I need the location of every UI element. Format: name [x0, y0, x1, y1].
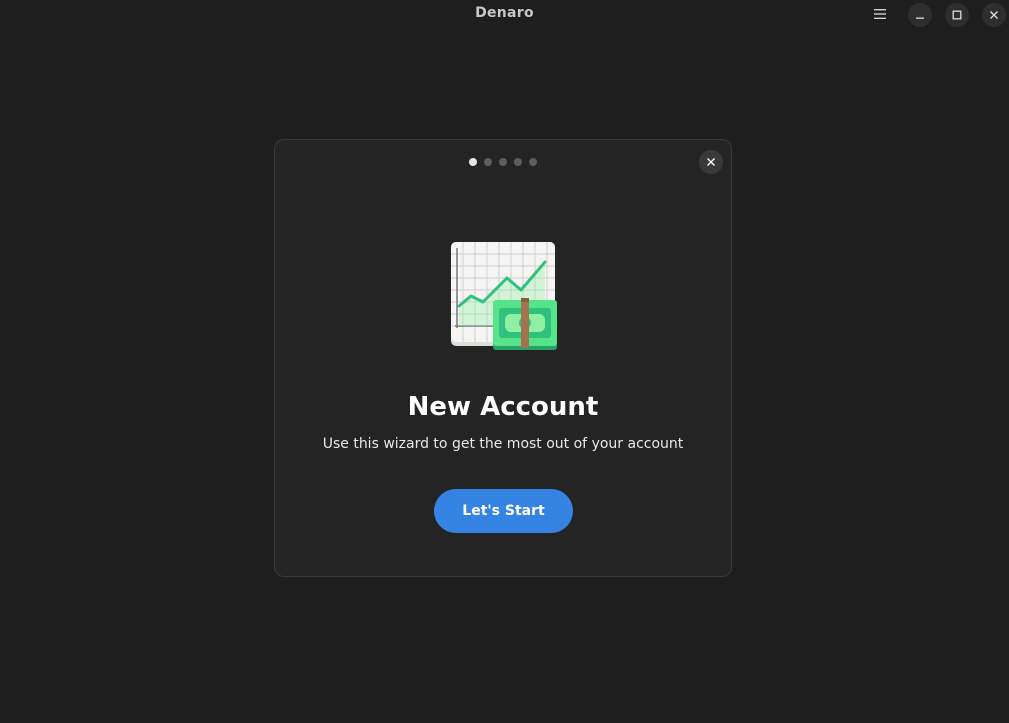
close-icon	[707, 158, 715, 166]
header-bar: Denaro	[0, 0, 1009, 28]
app-window: Denaro New Account Use this wizard to ge…	[0, 0, 1009, 723]
page-dot-1[interactable]	[469, 158, 477, 166]
page-dot-3[interactable]	[499, 158, 507, 166]
finance-chart-money-icon	[451, 242, 557, 350]
close-icon	[990, 11, 998, 19]
dialog-description: Use this wizard to get the most out of y…	[322, 436, 684, 452]
minimize-button[interactable]	[908, 3, 932, 27]
minimize-icon	[916, 17, 924, 19]
page-dot-4[interactable]	[514, 158, 522, 166]
page-dot-5[interactable]	[529, 158, 537, 166]
window-title: Denaro	[475, 5, 534, 21]
lets-start-button[interactable]: Let's Start	[434, 489, 573, 533]
page-dot-2[interactable]	[484, 158, 492, 166]
hamburger-menu-icon	[874, 9, 886, 19]
window-close-button[interactable]	[982, 3, 1006, 27]
maximize-icon	[952, 10, 962, 20]
dialog-heading: New Account	[407, 392, 599, 422]
page-indicator	[275, 158, 731, 166]
maximize-button[interactable]	[945, 3, 969, 27]
main-menu-button[interactable]	[868, 3, 892, 25]
dialog-close-button[interactable]	[699, 150, 723, 174]
new-account-dialog: New Account Use this wizard to get the m…	[274, 139, 732, 577]
